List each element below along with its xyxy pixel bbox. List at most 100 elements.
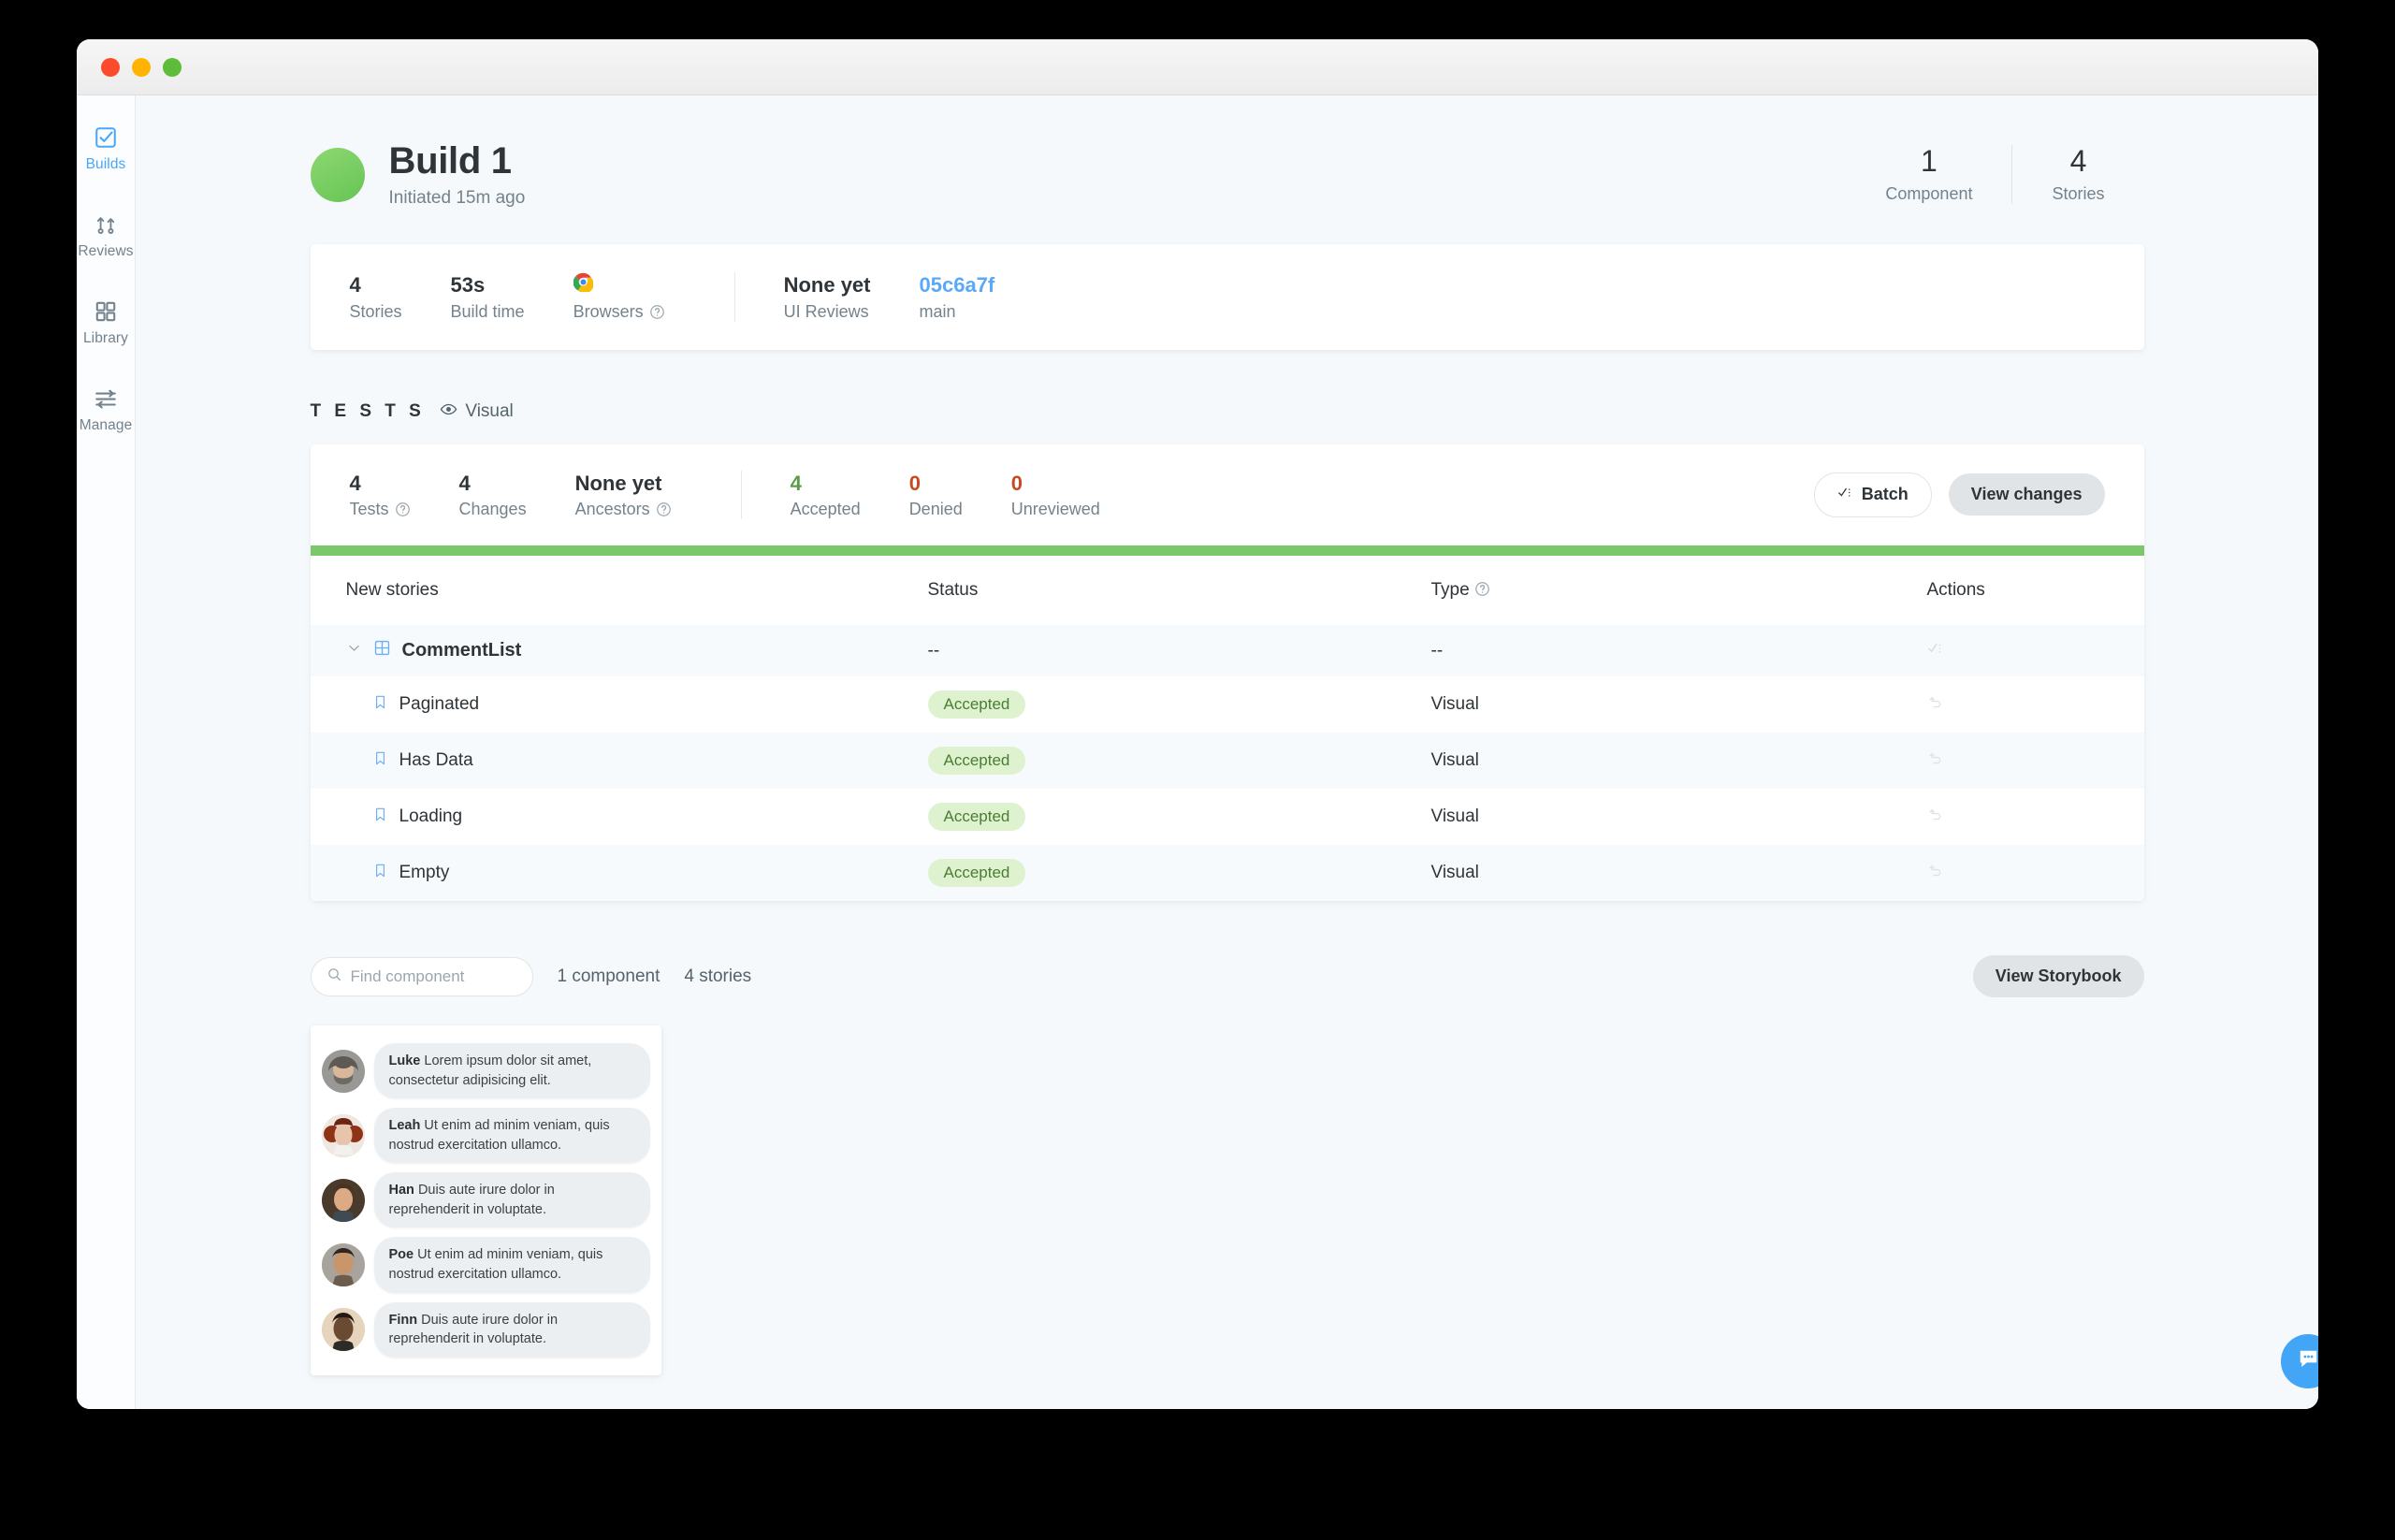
comment-bubble: Leah Ut enim ad minim veniam, quis nostr… [373, 1108, 650, 1164]
bookmark-icon [372, 750, 388, 772]
stories-count-label: Stories [2052, 184, 2105, 204]
branch-merge-icon [94, 212, 118, 237]
batch-button[interactable]: Batch [1813, 472, 1932, 517]
explorer-story-count: 4 stories [684, 966, 752, 986]
stat-ui-reviews-value: None yet [783, 273, 871, 297]
story-type-cell: Visual [1430, 845, 1927, 901]
stat-stories: 4 Stories [350, 272, 402, 322]
sidebar-item-reviews[interactable]: Reviews [77, 212, 135, 260]
stat-browsers-label: Browsers [573, 301, 644, 321]
stat-build-time-label: Build time [450, 301, 525, 321]
story-name: Empty [399, 863, 450, 882]
table-row[interactable]: Has Data Accepted Visual [310, 733, 2144, 789]
story-name-cell: Loading [310, 789, 928, 845]
build-summary-card: 4 Stories 53s Build time Browsers None y… [310, 244, 2144, 350]
bookmark-icon [372, 694, 388, 716]
search-input[interactable] [350, 966, 517, 986]
avatar [321, 1178, 365, 1222]
component-count-label: Component [1885, 184, 1973, 204]
stories-table-body: CommentList -- -- Paginated Accepted Vis… [310, 625, 2144, 901]
comment-author: Han [388, 1183, 414, 1199]
search-input-wrapper[interactable] [310, 956, 533, 996]
sidebar: Builds Reviews Library Manage [77, 95, 136, 1409]
help-icon[interactable] [649, 304, 665, 320]
stat-build-time-value: 53s [450, 273, 486, 297]
stat-stories-label: Stories [349, 301, 402, 321]
sidebar-item-library[interactable]: Library [77, 299, 135, 347]
column-type: Type [1430, 556, 1927, 625]
help-icon[interactable] [395, 501, 411, 517]
stat-unreviewed-label: Unreviewed [1010, 500, 1100, 518]
tests-mode-label: Visual [465, 401, 514, 421]
list-item: Poe Ut enim ad minim veniam, quis nostru… [321, 1232, 650, 1297]
stat-ancestors-value: None yet [574, 471, 662, 495]
comment-author: Poe [388, 1247, 414, 1263]
story-status-cell: Accepted [927, 845, 1431, 901]
undo-icon[interactable] [1927, 807, 1944, 827]
commit-hash-link[interactable]: 05c6a7f [920, 272, 995, 298]
minimize-window-button[interactable] [132, 57, 151, 77]
checkbox-check-icon [94, 125, 118, 150]
undo-icon[interactable] [1927, 695, 1944, 715]
check-list-icon[interactable] [1927, 642, 1944, 661]
sidebar-item-label: Library [82, 330, 129, 346]
component-type-cell: -- [1430, 625, 1927, 676]
tests-divider [740, 470, 742, 519]
table-row[interactable]: Empty Accepted Visual [310, 845, 2144, 901]
story-status-cell: Accepted [927, 789, 1431, 845]
tests-mode[interactable]: Visual [440, 400, 514, 424]
table-row-component[interactable]: CommentList -- -- [310, 625, 2144, 676]
stat-build-time: 53s Build time [451, 272, 525, 322]
list-item: Leah Ut enim ad minim veniam, quis nostr… [321, 1103, 650, 1168]
close-window-button[interactable] [101, 57, 120, 77]
table-row[interactable]: Paginated Accepted Visual [310, 676, 2144, 733]
build-status-avatar [310, 147, 365, 202]
stat-changes-label: Changes [458, 500, 527, 518]
status-badge: Accepted [927, 747, 1026, 775]
story-status-cell: Accepted [927, 676, 1431, 733]
page-container: Build 1 Initiated 15m ago 1 Component 4 … [310, 95, 2144, 1375]
undo-icon[interactable] [1927, 864, 1944, 883]
chat-fab-button[interactable] [2281, 1334, 2318, 1388]
tests-section-label: T E S T S [310, 401, 426, 421]
story-actions-cell [1926, 676, 2144, 733]
component-preview-card[interactable]: Luke Lorem ipsum dolor sit amet, consect… [310, 1025, 661, 1375]
chevron-down-icon[interactable] [346, 640, 362, 661]
view-changes-button[interactable]: View changes [1948, 473, 2105, 516]
comment-bubble: Finn Duis aute irure dolor in reprehende… [373, 1301, 650, 1358]
component-count-value: 1 [1921, 143, 1938, 178]
stat-browsers-value [573, 272, 665, 298]
component-actions-cell [1926, 625, 2144, 676]
header-counts: 1 Component 4 Stories [1846, 143, 2143, 205]
avatar [321, 1049, 365, 1093]
view-storybook-button[interactable]: View Storybook [1972, 955, 2144, 997]
story-type-cell: Visual [1430, 789, 1927, 845]
zoom-window-button[interactable] [163, 57, 181, 77]
sidebar-item-label: Builds [85, 156, 126, 172]
table-row[interactable]: Loading Accepted Visual [310, 789, 2144, 845]
chat-bubble-icon [2296, 1346, 2319, 1376]
stories-count-block: 4 Stories [2011, 143, 2143, 205]
stories-count-value: 4 [2069, 143, 2087, 178]
undo-icon[interactable] [1927, 751, 1944, 771]
stat-accepted: 4 Accepted [791, 471, 861, 520]
column-status: Status [927, 556, 1431, 625]
stat-denied-label: Denied [908, 500, 963, 518]
help-icon[interactable] [656, 501, 672, 517]
stat-commit: 05c6a7f main [920, 272, 995, 322]
app-window: Builds Reviews Library Manage Build 1 In… [77, 39, 2318, 1409]
stat-denied: 0 Denied [909, 471, 963, 520]
main-content: Build 1 Initiated 15m ago 1 Component 4 … [136, 95, 2318, 1409]
component-name: CommentList [401, 640, 522, 661]
view-changes-label: View changes [1970, 485, 2083, 504]
sidebar-item-builds[interactable]: Builds [77, 125, 135, 173]
status-badge: Accepted [927, 690, 1026, 719]
sidebar-item-manage[interactable]: Manage [77, 386, 135, 434]
build-title-block: Build 1 Initiated 15m ago [389, 140, 526, 209]
stories-table: New stories Status Type Actions CommentL… [310, 556, 2144, 901]
list-item: Finn Duis aute irure dolor in reprehende… [321, 1298, 650, 1362]
help-icon[interactable] [1474, 581, 1490, 597]
stat-accepted-label: Accepted [790, 500, 861, 518]
story-name: Has Data [399, 750, 473, 770]
eye-icon [440, 400, 457, 424]
